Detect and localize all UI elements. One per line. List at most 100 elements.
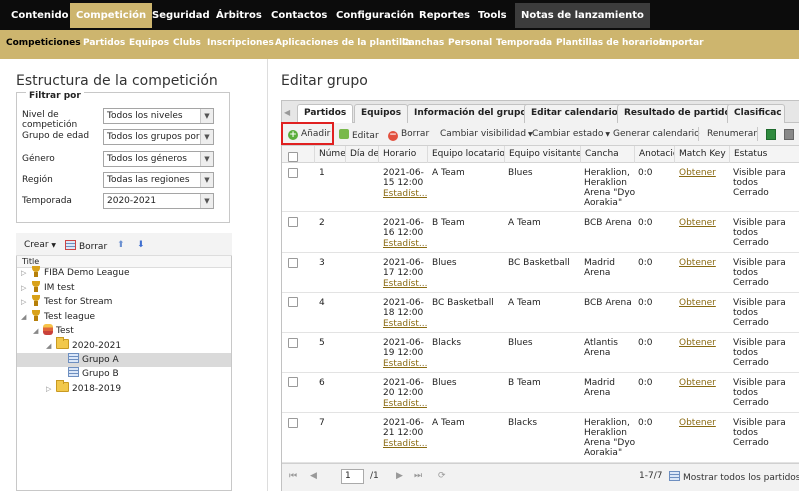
tree-node-grupo-a[interactable]: Grupo A [17,353,231,367]
first-page-icon[interactable]: ⏮ [289,471,297,481]
tree-node-test-stream[interactable]: ▷ Test for Stream [21,295,112,309]
col-number[interactable]: Númer [314,146,345,163]
topnav-reportes[interactable]: Reportes [413,3,476,28]
subnav-partidos[interactable]: Partidos [83,30,125,59]
col-home-team[interactable]: Equipo locatario [427,146,504,163]
stats-link[interactable]: Estadíst... [383,189,427,199]
row-checkbox[interactable] [288,297,298,307]
generate-calendar-button[interactable]: Generar calendario [613,129,700,139]
subnav-competiciones[interactable]: Competiciones [6,30,81,59]
match-key-link[interactable]: Obtener [679,338,716,348]
tab-partidos[interactable]: Partidos [297,104,354,124]
stats-link[interactable]: Estadíst... [383,319,427,329]
nivel-select[interactable]: Todos los niveles ▼ [103,108,214,124]
match-key-link[interactable]: Obtener [679,168,716,178]
move-down-icon[interactable]: ⬇ [137,240,145,250]
prev-page-icon[interactable]: ◀ [310,471,317,481]
row-checkbox[interactable] [288,168,298,178]
tab-scroll-left-icon[interactable]: ◀ [284,108,290,117]
subnav-personal[interactable]: Personal [448,30,492,59]
tree-node-2018-2019[interactable]: ▷ 2018-2019 [46,380,121,396]
row-checkbox[interactable] [288,217,298,227]
col-date[interactable]: Día de [345,146,378,163]
move-up-icon[interactable]: ⬆ [117,240,125,250]
collapse-icon[interactable]: ◢ [33,324,38,338]
subnav-clubs[interactable]: Clubs [173,30,201,59]
tree-node-grupo-b[interactable]: Grupo B [68,367,119,381]
expand-icon[interactable]: ▷ [46,382,51,396]
collapse-icon[interactable]: ◢ [46,339,51,353]
page-number-input[interactable]: 1 [341,469,364,484]
match-key-link[interactable]: Obtener [679,378,716,388]
tree-node-test-league[interactable]: ◢ Test league [21,310,95,324]
row-checkbox[interactable] [288,338,298,348]
last-page-icon[interactable]: ⏭ [414,471,422,481]
tab-informacion-grupo[interactable]: Información del grupo [407,104,534,123]
temporada-select[interactable]: 2020-2021 ▼ [103,193,214,209]
region-select[interactable]: Todas las regiones ▼ [103,172,214,188]
print-button[interactable] [784,129,794,141]
subnav-canchas[interactable]: Canchas [402,30,444,59]
col-match-key[interactable]: Match Key [674,146,729,163]
subnav-plantillas-horarios[interactable]: Plantillas de horarios [556,30,664,59]
topnav-arbitros[interactable]: Árbitros [210,3,268,28]
stats-link[interactable]: Estadíst... [383,399,427,409]
subnav-inscripciones[interactable]: Inscripciones [207,30,274,59]
match-key-link[interactable]: Obtener [679,258,716,268]
tree-delete-button[interactable]: Borrar [65,240,107,252]
show-all-matches-button[interactable]: Mostrar todos los partidos [669,471,799,483]
row-checkbox[interactable] [288,377,298,387]
match-key-link[interactable]: Obtener [679,418,716,428]
topnav-contactos[interactable]: Contactos [265,3,333,28]
tab-editar-calendario[interactable]: Editar calendario [524,104,625,123]
tree-node-fiba-demo[interactable]: ▷ FIBA Demo League [21,266,130,280]
renumber-button[interactable]: Renumerar [707,129,757,139]
topnav-notas[interactable]: Notas de lanzamiento [515,3,650,28]
stats-link[interactable]: Estadíst... [383,359,427,369]
tab-equipos[interactable]: Equipos [354,104,409,123]
subnav-temporada[interactable]: Temporada [496,30,552,59]
tab-clasificacion[interactable]: Clasificac [727,104,785,123]
topnav-contenido[interactable]: Contenido [5,3,74,28]
select-all-checkbox[interactable] [288,152,298,162]
col-score[interactable]: Anotació [634,146,674,163]
match-key-link[interactable]: Obtener [679,218,716,228]
topnav-seguridad[interactable]: Seguridad [146,3,216,28]
tree-node-im-test[interactable]: ▷ IM test [21,281,75,295]
genero-select[interactable]: Todos los géneros ▼ [103,151,214,167]
topnav-tools[interactable]: Tools [472,3,513,28]
stats-link[interactable]: Estadíst... [383,279,427,289]
change-status-button[interactable]: Cambiar estado ▼ [532,129,610,139]
export-excel-button[interactable] [766,129,776,141]
grupo-edad-select[interactable]: Todos los grupos por ▼ [103,129,214,145]
topnav-competicion[interactable]: Competición [70,3,153,28]
col-time[interactable]: Horario [378,146,427,163]
create-button[interactable]: Crear ▼ [24,240,56,250]
expand-icon[interactable]: ▷ [21,266,26,280]
tree-node-test[interactable]: ◢ Test [33,324,74,338]
subnav-importar[interactable]: Importar [659,30,704,59]
expand-icon[interactable]: ▷ [21,281,26,295]
change-visibility-button[interactable]: Cambiar visibilidad ▼ [440,129,533,139]
refresh-icon[interactable]: ⟳ [438,471,446,481]
subnav-aplicaciones[interactable]: Aplicaciones de la plantilla [275,30,411,59]
row-checkbox[interactable] [288,258,298,268]
edit-button[interactable]: Editar [339,129,379,141]
subnav-equipos[interactable]: Equipos [129,30,169,59]
topnav-configuracion[interactable]: Configuración [330,3,420,28]
col-venue[interactable]: Cancha [580,146,634,163]
col-status[interactable]: Estatus [729,146,799,163]
expand-icon[interactable]: ▷ [21,295,26,309]
table-row[interactable] [282,333,799,373]
delete-button[interactable]: − Borrar [388,129,429,141]
collapse-icon[interactable]: ◢ [21,310,26,324]
next-page-icon[interactable]: ▶ [396,471,403,481]
tree-node-2020-2021[interactable]: ◢ 2020-2021 [46,337,121,353]
tab-resultado-partido[interactable]: Resultado de partido [617,104,738,123]
table-row[interactable] [282,413,799,463]
stats-link[interactable]: Estadíst... [383,239,427,249]
row-checkbox[interactable] [288,418,298,428]
table-row[interactable] [282,163,799,212]
match-key-link[interactable]: Obtener [679,298,716,308]
col-away-team[interactable]: Equipo visitante [504,146,580,163]
